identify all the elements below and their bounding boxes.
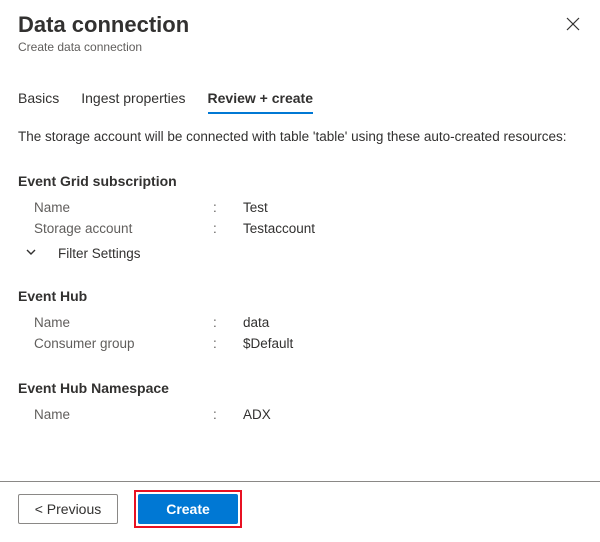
section-event-hub-namespace: Event Hub Namespace Name : ADX xyxy=(18,380,582,425)
filter-settings-label: Filter Settings xyxy=(52,246,141,261)
section-event-hub: Event Hub Name : data Consumer group : $… xyxy=(18,288,582,354)
create-button[interactable]: Create xyxy=(138,494,238,524)
eg-name-label: Name xyxy=(18,200,213,215)
tabs: Basics Ingest properties Review + create xyxy=(18,84,582,114)
eh-consumer-label: Consumer group xyxy=(18,336,213,351)
close-icon xyxy=(566,15,580,35)
eg-storage-label: Storage account xyxy=(18,221,213,236)
tab-ingest-properties[interactable]: Ingest properties xyxy=(81,84,185,114)
eg-storage-value: Testaccount xyxy=(243,221,315,236)
filter-settings-toggle[interactable]: Filter Settings xyxy=(18,239,582,262)
section-title-namespace: Event Hub Namespace xyxy=(18,380,582,396)
eg-name-value: Test xyxy=(243,200,268,215)
section-event-grid: Event Grid subscription Name : Test Stor… xyxy=(18,173,582,262)
close-button[interactable] xyxy=(564,12,582,38)
footer: < Previous Create xyxy=(0,476,600,542)
page-subtitle: Create data connection xyxy=(18,40,189,54)
intro-text: The storage account will be connected wi… xyxy=(18,128,582,147)
previous-button[interactable]: < Previous xyxy=(18,494,118,524)
eh-name-label: Name xyxy=(18,315,213,330)
chevron-down-icon xyxy=(24,245,38,262)
ns-name-value: ADX xyxy=(243,407,271,422)
tab-basics[interactable]: Basics xyxy=(18,84,59,114)
eh-consumer-value: $Default xyxy=(243,336,293,351)
page-title: Data connection xyxy=(18,12,189,38)
ns-name-label: Name xyxy=(18,407,213,422)
create-highlight: Create xyxy=(134,490,242,528)
tab-review-create[interactable]: Review + create xyxy=(208,84,313,114)
eh-name-value: data xyxy=(243,315,269,330)
section-title-event-hub: Event Hub xyxy=(18,288,582,304)
section-title-event-grid: Event Grid subscription xyxy=(18,173,582,189)
